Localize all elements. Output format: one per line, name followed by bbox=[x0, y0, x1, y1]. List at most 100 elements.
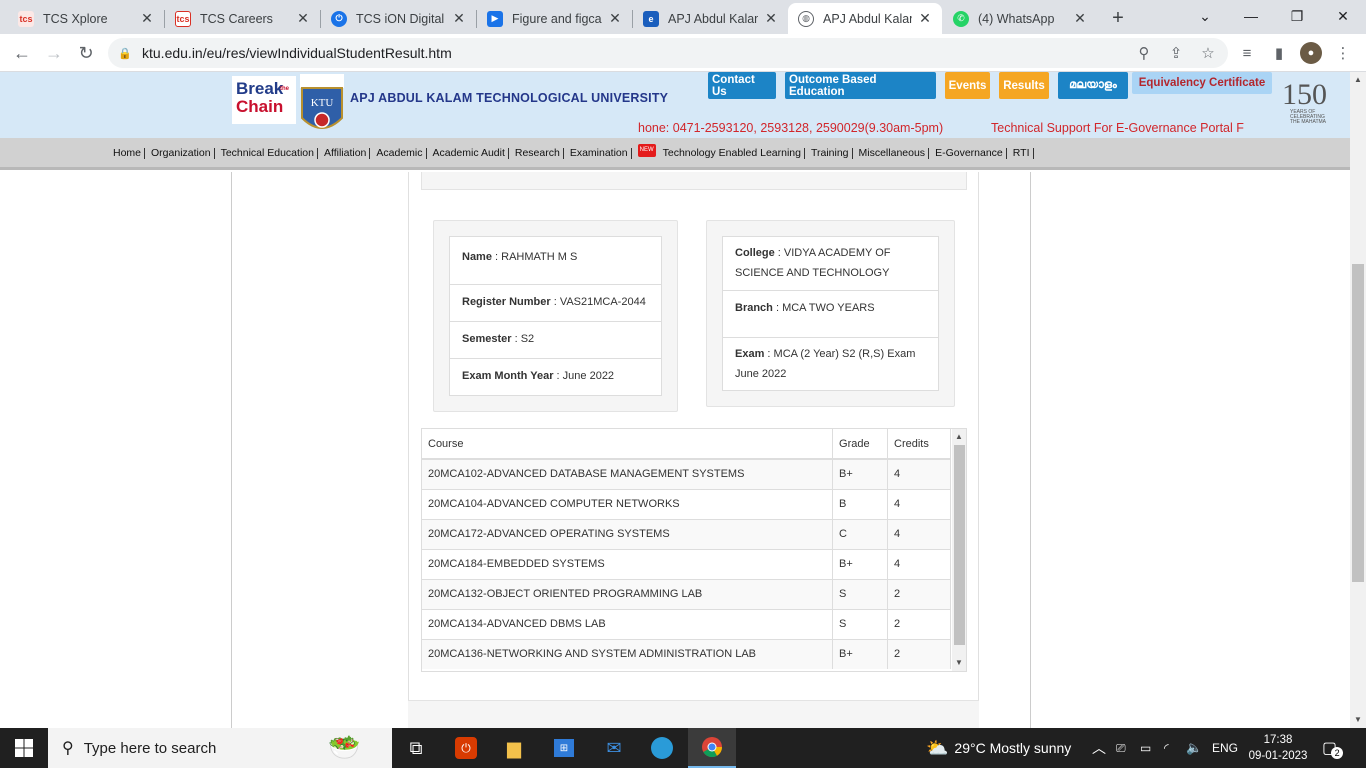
result-table-container[interactable]: Course Grade Credits 20MCA102-ADVANCED D… bbox=[421, 428, 967, 672]
scroll-up-arrow-icon[interactable]: ▲ bbox=[955, 432, 963, 441]
page-scroll-down-arrow-icon[interactable]: ▼ bbox=[1354, 715, 1362, 724]
scroll-down-arrow-icon[interactable]: ▼ bbox=[955, 658, 963, 667]
share-icon[interactable]: ⇪ bbox=[1165, 42, 1187, 64]
chrome-browser-icon[interactable] bbox=[688, 728, 736, 768]
minimize-button[interactable]: — bbox=[1228, 0, 1274, 32]
page-scrollbar[interactable]: ▲ ▼ bbox=[1350, 72, 1366, 728]
page-scroll-up-arrow-icon[interactable]: ▲ bbox=[1354, 75, 1362, 84]
page-scrollbar-thumb[interactable] bbox=[1352, 264, 1364, 582]
menu-item-examination[interactable]: Examination bbox=[567, 148, 632, 159]
menu-item-technology-enabled-learning[interactable]: NEW Technology Enabled Learning bbox=[635, 144, 805, 159]
back-arrow-icon[interactable]: ← bbox=[8, 39, 36, 67]
equivalency-certificate-button[interactable]: Equivalency Certificate bbox=[1132, 72, 1272, 94]
menu-item-academic-audit[interactable]: Academic Audit bbox=[430, 148, 509, 159]
grade-cell: C bbox=[832, 518, 888, 549]
browser-tab[interactable]: ✆ (4) WhatsApp ✕ bbox=[943, 3, 1097, 34]
gandhi-150-logo: 150 YEARS OF CELEBRATING THE MAHATMA bbox=[1282, 80, 1342, 132]
ticker-support-link[interactable]: Technical Support For E-Governance Porta… bbox=[991, 121, 1245, 135]
side-panel-icon[interactable]: ▮ bbox=[1268, 42, 1290, 64]
zoom-icon[interactable]: ⚲ bbox=[1133, 42, 1155, 64]
bookmark-star-icon[interactable]: ☆ bbox=[1197, 42, 1219, 64]
close-tab-icon[interactable]: ✕ bbox=[1073, 10, 1087, 27]
anniversary-number: 150 bbox=[1282, 78, 1327, 111]
credits-column-header: Credits bbox=[887, 429, 951, 460]
menu-item-training[interactable]: Training bbox=[808, 148, 853, 159]
profile-avatar[interactable]: ● bbox=[1300, 42, 1322, 64]
notification-center-icon[interactable]: ▢ 2 bbox=[1322, 728, 1344, 768]
battery-icon[interactable]: ▭ bbox=[1140, 728, 1151, 768]
taskbar-clock[interactable]: 17:38 09-01-2023 bbox=[1248, 732, 1308, 764]
menu-item-home[interactable]: Home bbox=[110, 148, 146, 159]
microsoft-store-icon[interactable]: ⊞ bbox=[540, 728, 588, 768]
table-scrollbar[interactable]: ▲ ▼ bbox=[952, 429, 966, 671]
close-tab-icon[interactable]: ✕ bbox=[608, 10, 622, 27]
browser-tab[interactable]: e APJ Abdul Kalam ✕ bbox=[633, 3, 788, 34]
logo-word-chain: Chain bbox=[236, 97, 284, 116]
exam-item: Exam : MCA (2 Year) S2 (R,S) Exam June 2… bbox=[735, 348, 916, 380]
browser-tab-active[interactable]: ◍ APJ Abdul Kalam ✕ bbox=[788, 3, 942, 34]
contact-us-button[interactable]: Contact Us bbox=[708, 72, 776, 99]
events-button[interactable]: Events bbox=[945, 72, 990, 99]
table-scrollbar-thumb[interactable] bbox=[954, 445, 965, 645]
credits-cell: 4 bbox=[887, 458, 951, 489]
tcs-favicon-icon: tcs bbox=[175, 10, 191, 27]
close-tab-icon[interactable]: ✕ bbox=[764, 10, 778, 27]
taskbar-search-box[interactable]: ⚲ Type here to search 🥗 bbox=[48, 728, 392, 768]
outcome-based-education-button[interactable]: Outcome Based Education bbox=[785, 72, 936, 99]
grade-cell: B+ bbox=[832, 638, 888, 669]
table-row: 20MCA102-ADVANCED DATABASE MANAGEMENT SY… bbox=[422, 458, 951, 489]
exam-month-label: Exam Month Year bbox=[462, 370, 554, 382]
mail-icon[interactable]: ✉ bbox=[590, 728, 638, 768]
malayalam-button[interactable]: മലയാളം bbox=[1058, 72, 1128, 99]
weather-widget[interactable]: ⛅ 29°C Mostly sunny bbox=[926, 728, 1071, 768]
menu-item-rti[interactable]: RTI bbox=[1010, 148, 1034, 159]
menu-item-research[interactable]: Research bbox=[512, 148, 564, 159]
menu-item-organization[interactable]: Organization bbox=[148, 148, 215, 159]
browser-tab[interactable]: ⏻ TCS iON Digital L ✕ bbox=[321, 3, 476, 34]
semester-value: S2 bbox=[520, 333, 535, 345]
break-the-chain-logo[interactable]: Break the Chain bbox=[232, 76, 296, 124]
edge-browser-icon[interactable] bbox=[638, 728, 686, 768]
tab-search-chevron-icon[interactable]: ⌄ bbox=[1182, 0, 1228, 32]
results-button[interactable]: Results bbox=[999, 72, 1049, 99]
browser-tab[interactable]: ▶ Figure and figcap ✕ bbox=[477, 3, 632, 34]
forward-arrow-icon[interactable]: → bbox=[40, 39, 68, 67]
video-favicon-icon: ▶ bbox=[487, 10, 503, 27]
restore-button[interactable]: ❐ bbox=[1274, 0, 1320, 32]
wifi-icon[interactable]: ◜ bbox=[1164, 728, 1169, 768]
grade-cell: B+ bbox=[832, 548, 888, 579]
whatsapp-favicon-icon: ✆ bbox=[953, 10, 969, 27]
menu-item-affiliation[interactable]: Affiliation bbox=[321, 148, 371, 159]
close-tab-icon[interactable]: ✕ bbox=[140, 10, 154, 27]
reload-icon[interactable]: ↻ bbox=[72, 39, 100, 67]
browser-tab[interactable]: tcs TCS Xplore ✕ bbox=[8, 3, 164, 34]
office-app-icon[interactable]: ⏻ bbox=[442, 728, 490, 768]
college-label: College bbox=[735, 247, 775, 259]
close-tab-icon[interactable]: ✕ bbox=[452, 10, 466, 27]
task-view-icon[interactable]: ⧉ bbox=[392, 728, 440, 768]
ktu-favicon-icon: e bbox=[643, 10, 659, 27]
bottom-well bbox=[408, 700, 979, 728]
close-window-button[interactable]: ✕ bbox=[1320, 0, 1366, 32]
clock-time: 17:38 bbox=[1263, 734, 1293, 746]
windows-taskbar: ⚲ Type here to search 🥗 ⧉ ⏻ ▆ ⊞ ✉ ⛅ 29°C… bbox=[0, 728, 1366, 768]
address-bar[interactable]: 🔒 ktu.edu.in/eu/res/viewIndividualStuden… bbox=[108, 38, 1228, 68]
show-hidden-icons-chevron-icon[interactable]: ︿ bbox=[1092, 728, 1106, 768]
media-control-icon[interactable]: ≡ bbox=[1236, 42, 1258, 64]
meet-now-icon[interactable]: ⎚ bbox=[1116, 728, 1126, 768]
close-tab-icon[interactable]: ✕ bbox=[296, 10, 310, 27]
ktu-emblem-logo[interactable]: KTU bbox=[300, 74, 344, 136]
more-menu-icon[interactable]: ⋮ bbox=[1332, 42, 1354, 64]
menu-item-technical-education[interactable]: Technical Education bbox=[218, 148, 318, 159]
menu-item-e-governance[interactable]: E-Governance bbox=[932, 148, 1007, 159]
menu-item-academic[interactable]: Academic bbox=[373, 148, 427, 159]
start-button[interactable] bbox=[0, 728, 48, 768]
volume-icon[interactable]: 🔈 bbox=[1186, 728, 1202, 768]
close-tab-icon[interactable]: ✕ bbox=[918, 10, 932, 27]
browser-tab[interactable]: tcs TCS Careers ✕ bbox=[165, 3, 320, 34]
menu-item-miscellaneous[interactable]: Miscellaneous bbox=[856, 148, 930, 159]
new-tab-button[interactable]: + bbox=[1104, 4, 1132, 32]
file-explorer-icon[interactable]: ▆ bbox=[490, 728, 538, 768]
lock-icon[interactable]: 🔒 bbox=[118, 47, 132, 60]
language-indicator[interactable]: ENG bbox=[1212, 728, 1238, 768]
